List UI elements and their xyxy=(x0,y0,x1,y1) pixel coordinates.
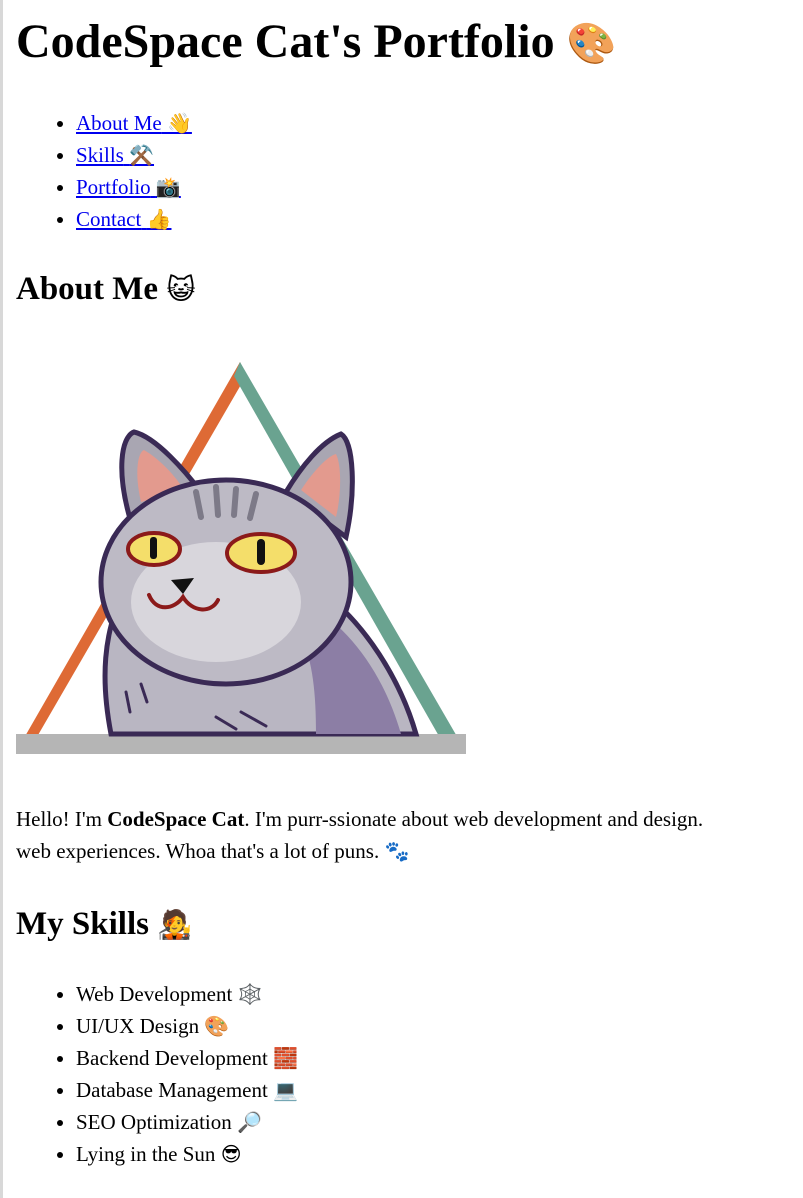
thumbs-up-icon: 👍 xyxy=(146,207,172,232)
cat-left-pupil xyxy=(150,536,157,559)
list-item: Lying in the Sun 😎 xyxy=(76,1138,803,1170)
skill-label: Backend Development xyxy=(76,1046,268,1071)
page-title-text: CodeSpace Cat's Portfolio xyxy=(16,15,555,68)
nav-link-portfolio[interactable]: Portfolio 📸 xyxy=(76,175,181,199)
skills-heading-text: My Skills xyxy=(16,905,149,942)
performer-icon: 🧑‍🎤 xyxy=(157,907,193,941)
laptop-icon: 💻 xyxy=(273,1078,298,1103)
hammer-pick-icon: ⚒️ xyxy=(129,143,155,168)
intro-line1-rest: . I'm purr-ssionate about web developmen… xyxy=(244,806,704,831)
palette-icon: 🎨 xyxy=(204,1014,230,1039)
magnifying-glass-icon: 🔎 xyxy=(237,1110,262,1135)
nav-link-label: Contact xyxy=(76,207,142,232)
about-heading-text: About Me xyxy=(16,271,159,308)
skill-label: UI/UX Design xyxy=(76,1014,200,1039)
nav-link-skills[interactable]: Skills ⚒️ xyxy=(76,143,154,167)
nav-link-about[interactable]: About Me 👋 xyxy=(76,111,192,135)
skills-heading: My Skills 🧑‍🎤 xyxy=(16,905,803,945)
list-item: UI/UX Design 🎨 xyxy=(76,1010,803,1042)
nav-link-label: About Me xyxy=(76,111,162,136)
intro-name: CodeSpace Cat xyxy=(107,806,245,831)
paw-prints-icon: 🐾 xyxy=(384,838,410,863)
sun-face-icon: 😎 xyxy=(220,1142,242,1167)
spider-web-icon: 🕸️ xyxy=(237,982,263,1007)
skill-label: Database Management xyxy=(76,1078,268,1103)
brick-icon: 🧱 xyxy=(273,1046,299,1071)
cat-illustration xyxy=(16,361,466,754)
list-item: Database Management 💻 xyxy=(76,1074,803,1106)
nav-link-contact[interactable]: Contact 👍 xyxy=(76,207,171,231)
page: CodeSpace Cat's Portfolio 🎨 About Me 👋 S… xyxy=(3,0,803,1170)
waving-hand-icon: 👋 xyxy=(167,111,192,136)
camera-icon: 📸 xyxy=(155,175,181,200)
cat-right-pupil xyxy=(257,538,265,565)
palette-icon: 🎨 xyxy=(566,21,617,67)
page-title: CodeSpace Cat's Portfolio 🎨 xyxy=(16,0,803,69)
nav-link-label: Skills xyxy=(76,143,124,168)
nav-item-about: About Me 👋 xyxy=(76,107,803,139)
nav-list: About Me 👋 Skills ⚒️ Portfolio 📸 Contact… xyxy=(16,107,803,235)
intro-line2: web experiences. Whoa that's a lot of pu… xyxy=(16,838,380,863)
skill-label: Web Development xyxy=(76,982,233,1007)
list-item: Backend Development 🧱 xyxy=(76,1042,803,1074)
nav-item-portfolio: Portfolio 📸 xyxy=(76,171,803,203)
nav-link-label: Portfolio xyxy=(76,175,151,200)
cat-face-icon: 😺 xyxy=(166,273,196,307)
nav-item-contact: Contact 👍 xyxy=(76,203,803,235)
intro-paragraph: Hello! I'm CodeSpace Cat. I'm purr-ssion… xyxy=(16,803,803,867)
list-item: SEO Optimization 🔎 xyxy=(76,1106,803,1138)
about-heading: About Me 😺 xyxy=(16,270,803,310)
skill-label: Lying in the Sun xyxy=(76,1142,216,1167)
intro-prefix: Hello! I'm xyxy=(16,806,108,831)
list-item: Web Development 🕸️ xyxy=(76,978,803,1010)
skills-list: Web Development 🕸️ UI/UX Design 🎨 Backen… xyxy=(16,978,803,1170)
triangle-base xyxy=(16,733,466,754)
nav-item-skills: Skills ⚒️ xyxy=(76,139,803,171)
skill-label: SEO Optimization xyxy=(76,1110,232,1135)
